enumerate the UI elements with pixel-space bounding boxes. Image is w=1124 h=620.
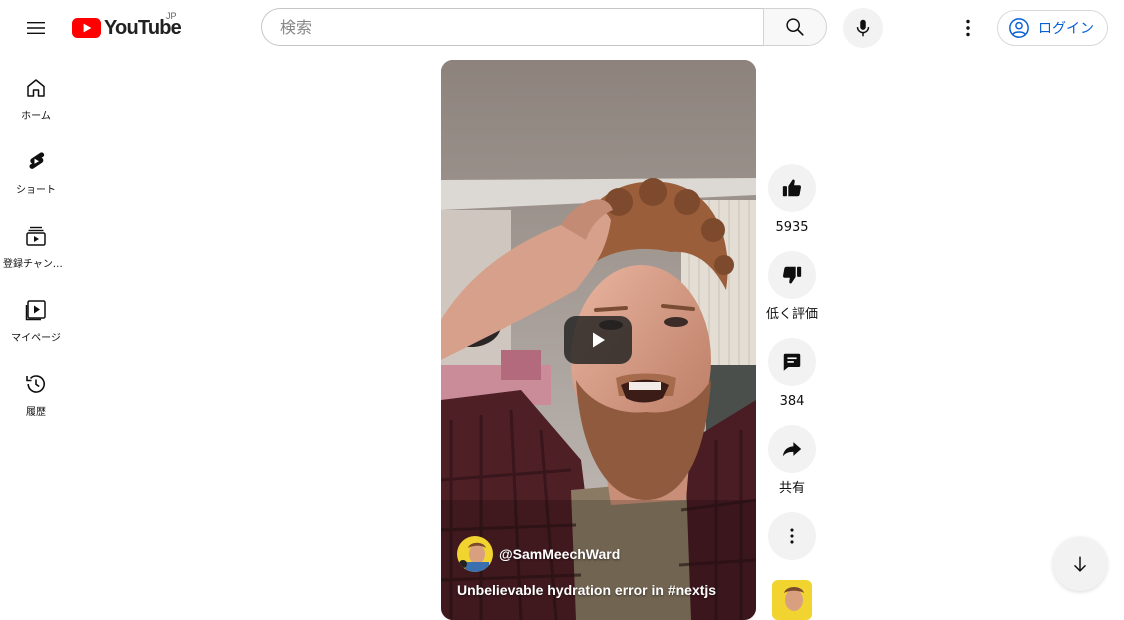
home-icon bbox=[27, 79, 45, 97]
share-action: 共有 bbox=[768, 425, 816, 498]
search-input[interactable] bbox=[278, 16, 763, 38]
arrow-down-icon bbox=[1073, 556, 1087, 572]
share-label: 共有 bbox=[778, 481, 805, 496]
channel-name-link[interactable]: @SamMeechWard bbox=[499, 546, 620, 562]
masthead: YouTube JP ログイン bbox=[0, 0, 1124, 56]
more-action bbox=[768, 512, 816, 560]
youtube-play-logo-icon bbox=[72, 18, 101, 38]
microphone-icon bbox=[856, 19, 870, 37]
play-icon bbox=[593, 332, 605, 348]
search-icon bbox=[786, 18, 804, 36]
sidebar-item-label: ホーム bbox=[21, 111, 51, 122]
sound-thumbnail-image bbox=[772, 580, 812, 620]
video-title[interactable]: Unbelievable hydration error in #nextjs bbox=[457, 582, 716, 598]
shorts-video-player[interactable]: @SamMeechWard Unbelievable hydration err… bbox=[441, 60, 756, 620]
channel-avatar[interactable] bbox=[457, 536, 493, 572]
more-actions-button[interactable] bbox=[768, 512, 816, 560]
youtube-logo[interactable]: YouTube bbox=[72, 14, 182, 42]
like-button[interactable] bbox=[768, 164, 816, 212]
share-button[interactable] bbox=[768, 425, 816, 473]
sidebar-item-label: マイページ bbox=[11, 333, 61, 344]
sidebar-item-shorts[interactable]: ショート bbox=[0, 130, 72, 204]
dislike-action: 低く評価 bbox=[766, 251, 819, 324]
sidebar-item-label: 登録チャンネル bbox=[3, 259, 69, 270]
shorts-icon bbox=[29, 152, 45, 169]
settings-menu-button[interactable] bbox=[948, 8, 988, 48]
voice-search-button[interactable] bbox=[843, 8, 883, 48]
like-count: 5935 bbox=[775, 220, 809, 235]
sidebar-item-label: 履歴 bbox=[26, 407, 46, 418]
sound-thumbnail[interactable] bbox=[772, 580, 812, 620]
account-circle-icon bbox=[1009, 18, 1029, 38]
next-video-button[interactable] bbox=[1053, 537, 1107, 591]
subscriptions-icon bbox=[26, 226, 46, 246]
dislike-button[interactable] bbox=[768, 251, 816, 299]
like-action: 5935 bbox=[768, 164, 816, 237]
history-icon bbox=[26, 375, 45, 393]
search-box bbox=[261, 8, 763, 46]
reel-actions: 5935 低く評価 384 共有 bbox=[766, 164, 819, 560]
share-icon bbox=[782, 442, 802, 457]
mini-guide: ホーム ショート 登録チャンネル マイページ 履歴 bbox=[0, 56, 72, 426]
sidebar-item-home[interactable]: ホーム bbox=[0, 56, 72, 130]
login-button[interactable]: ログイン bbox=[997, 10, 1108, 46]
comments-action: 384 bbox=[768, 338, 816, 411]
dislike-label: 低く評価 bbox=[766, 307, 819, 322]
hamburger-menu-icon bbox=[27, 22, 45, 34]
play-button[interactable] bbox=[564, 316, 632, 364]
sidebar-item-subscriptions[interactable]: 登録チャンネル bbox=[0, 204, 72, 278]
more-vert-icon bbox=[790, 528, 794, 544]
channel-info: @SamMeechWard bbox=[457, 536, 620, 572]
library-icon bbox=[25, 300, 46, 321]
channel-avatar-image bbox=[457, 536, 493, 572]
comment-icon bbox=[783, 353, 801, 371]
login-label: ログイン bbox=[1038, 21, 1094, 37]
search-button[interactable] bbox=[763, 8, 827, 46]
guide-menu-button[interactable] bbox=[16, 8, 56, 48]
sidebar-item-history[interactable]: 履歴 bbox=[0, 352, 72, 426]
sidebar-item-library[interactable]: マイページ bbox=[0, 278, 72, 352]
region-code: JP bbox=[166, 11, 177, 21]
thumb-down-icon bbox=[782, 266, 802, 284]
thumb-up-icon bbox=[782, 179, 802, 197]
comment-count: 384 bbox=[779, 394, 805, 409]
comments-button[interactable] bbox=[768, 338, 816, 386]
sidebar-item-label: ショート bbox=[16, 185, 56, 196]
more-vert-icon bbox=[966, 19, 970, 37]
